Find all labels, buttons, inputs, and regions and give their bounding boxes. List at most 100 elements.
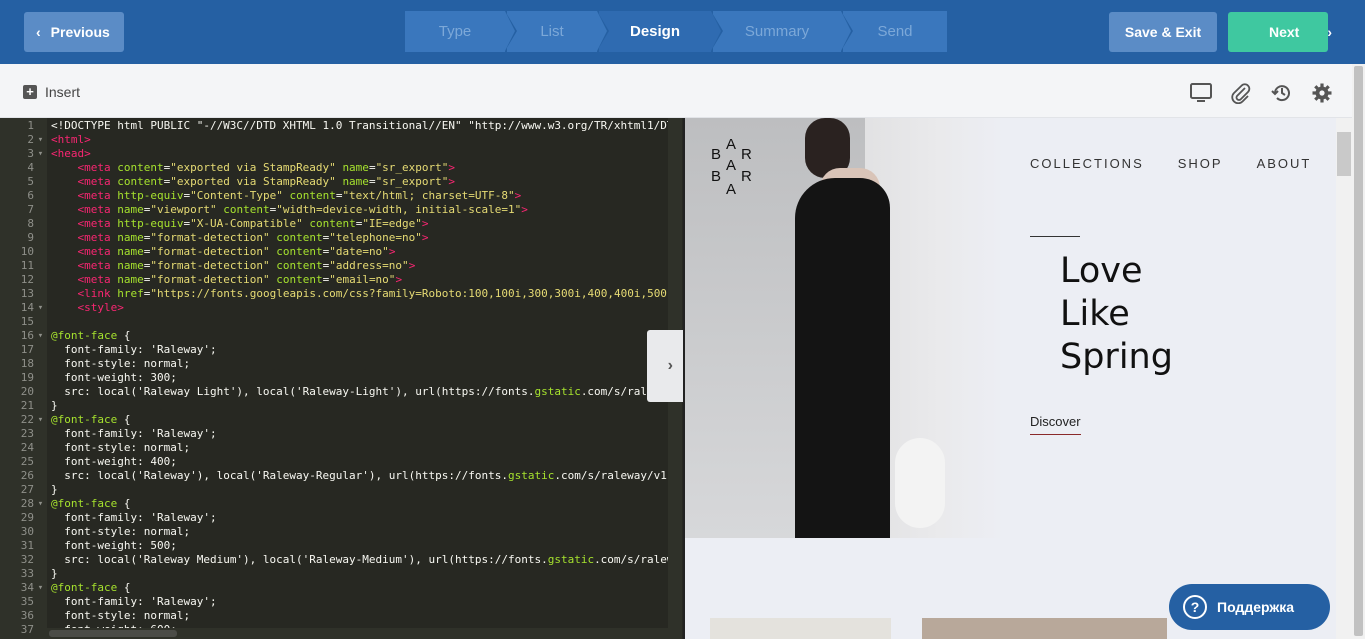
code-line[interactable]: 7 <meta name="viewport" content="width=d… xyxy=(0,203,668,217)
code-line[interactable]: 23 font-family: 'Raleway'; xyxy=(0,427,668,441)
code-line[interactable]: 24 font-style: normal; xyxy=(0,441,668,455)
insert-button[interactable]: + Insert xyxy=(23,84,80,100)
fold-arrow-icon[interactable]: ▾ xyxy=(34,497,47,511)
editor-hscroll-thumb[interactable] xyxy=(49,630,177,637)
code-line[interactable]: 4 <meta content="exported via StampReady… xyxy=(0,161,668,175)
line-number: 4 xyxy=(27,161,34,174)
code-line[interactable]: 36 font-style: normal; xyxy=(0,609,668,623)
history-icon[interactable] xyxy=(1271,82,1293,104)
code-content[interactable]: 1 <!DOCTYPE html PUBLIC "-//W3C//DTD XHTM… xyxy=(0,118,668,637)
fold-arrow-icon[interactable]: ▾ xyxy=(34,329,47,343)
fold-arrow-icon[interactable]: ▾ xyxy=(34,133,47,147)
code-text: <meta name="format-detection" content="e… xyxy=(77,273,403,286)
code-line[interactable]: 9 <meta name="format-detection" content=… xyxy=(0,231,668,245)
fold-arrow-icon[interactable]: ▾ xyxy=(34,581,47,595)
save-exit-button[interactable]: Save & Exit xyxy=(1109,12,1217,52)
code-text: src: local('Raleway Light'), local('Rale… xyxy=(64,385,668,398)
fold-arrow-icon[interactable]: ▾ xyxy=(34,413,47,427)
code-text: font-family: 'Raleway'; xyxy=(64,511,217,524)
page-scrollbar[interactable] xyxy=(1352,64,1365,639)
code-line[interactable]: 6 <meta http-equiv="Content-Type" conten… xyxy=(0,189,668,203)
nav-collections[interactable]: COLLECTIONS xyxy=(1030,156,1144,171)
preview-scrollbar[interactable] xyxy=(1336,118,1352,639)
code-line[interactable]: 16 ▾ @font-face { xyxy=(0,329,668,343)
discover-link[interactable]: Discover xyxy=(1030,414,1081,435)
line-number: 7 xyxy=(27,203,34,216)
code-line[interactable]: 13 <link href="https://fonts.googleapis.… xyxy=(0,287,668,301)
nav-shop[interactable]: SHOP xyxy=(1178,156,1223,171)
line-number: 25 xyxy=(20,455,34,468)
code-line[interactable]: 15 xyxy=(0,315,668,329)
code-line[interactable]: 34 ▾ @font-face { xyxy=(0,581,668,595)
code-line[interactable]: 20 src: local('Raleway Light'), local('R… xyxy=(0,385,668,399)
line-number: 35 xyxy=(20,595,34,608)
step-type[interactable]: Type xyxy=(405,11,517,52)
code-line[interactable]: 12 <meta name="format-detection" content… xyxy=(0,273,668,287)
code-line[interactable]: 27} xyxy=(0,483,668,497)
chevron-left-icon: ‹ xyxy=(36,24,41,40)
step-list[interactable]: List xyxy=(507,11,609,52)
code-line[interactable]: 35 font-family: 'Raleway'; xyxy=(0,595,668,609)
attachment-icon[interactable] xyxy=(1230,82,1252,104)
email-preview: B A R B A R A COLLECTIONS SHOP ABOUT Lov… xyxy=(685,118,1336,639)
line-number: 27 xyxy=(20,483,34,496)
support-label: Поддержка xyxy=(1217,599,1295,615)
fold-arrow-icon[interactable]: ▾ xyxy=(34,147,47,161)
desktop-preview-icon[interactable] xyxy=(1190,82,1212,104)
code-text: font-style: normal; xyxy=(64,357,191,370)
fold-arrow-icon[interactable]: ▾ xyxy=(34,301,47,315)
support-button[interactable]: ? Поддержка xyxy=(1169,584,1330,630)
step-summary-label: Summary xyxy=(744,23,810,40)
line-number: 32 xyxy=(20,553,34,566)
code-text: font-weight: 300; xyxy=(64,371,177,384)
code-line[interactable]: 1 <!DOCTYPE html PUBLIC "-//W3C//DTD XHTM… xyxy=(0,119,668,133)
step-type-label: Type xyxy=(438,23,472,40)
code-line[interactable]: 2 ▾ <html> xyxy=(0,133,668,147)
code-line[interactable]: 30 font-style: normal; xyxy=(0,525,668,539)
code-line[interactable]: 32 src: local('Raleway Medium'), local('… xyxy=(0,553,668,567)
next-button[interactable]: Next › xyxy=(1228,12,1332,52)
product-thumbnail xyxy=(710,618,891,639)
logo-letter: B xyxy=(711,146,723,163)
code-line[interactable]: 17 font-family: 'Raleway'; xyxy=(0,343,668,357)
code-line[interactable]: 10 <meta name="format-detection" content… xyxy=(0,245,668,259)
previous-button[interactable]: ‹ Previous xyxy=(24,12,124,52)
line-number: 21 xyxy=(20,399,34,412)
step-summary[interactable]: Summary xyxy=(713,11,853,52)
step-design[interactable]: Design xyxy=(599,11,723,52)
code-line[interactable]: 26 src: local('Raleway'), local('Raleway… xyxy=(0,469,668,483)
code-line[interactable]: 5 <meta content="exported via StampReady… xyxy=(0,175,668,189)
settings-gear-icon[interactable] xyxy=(1311,82,1333,104)
code-line[interactable]: 3 ▾ <head> xyxy=(0,147,668,161)
code-text: @font-face { xyxy=(51,497,131,510)
code-line[interactable]: 11 <meta name="format-detection" content… xyxy=(0,259,668,273)
collapse-editor-handle[interactable]: › xyxy=(647,330,683,402)
page-scrollbar-thumb[interactable] xyxy=(1354,66,1363,636)
code-line[interactable]: 19 font-weight: 300; xyxy=(0,371,668,385)
code-line[interactable]: 21} xyxy=(0,399,668,413)
code-line[interactable]: 25 font-weight: 400; xyxy=(0,455,668,469)
line-number: 10 xyxy=(20,245,34,258)
step-send[interactable]: Send xyxy=(843,11,947,52)
code-line[interactable]: 29 font-family: 'Raleway'; xyxy=(0,511,668,525)
code-editor[interactable]: 1 <!DOCTYPE html PUBLIC "-//W3C//DTD XHTM… xyxy=(0,118,683,639)
nav-about[interactable]: ABOUT xyxy=(1257,156,1312,171)
editor-horizontal-scrollbar[interactable] xyxy=(47,628,668,639)
code-line[interactable]: 31 font-weight: 500; xyxy=(0,539,668,553)
code-line[interactable]: 18 font-style: normal; xyxy=(0,357,668,371)
code-line[interactable]: 14 ▾ <style> xyxy=(0,301,668,315)
code-line[interactable]: 28 ▾ @font-face { xyxy=(0,497,668,511)
code-line[interactable]: 22 ▾ @font-face { xyxy=(0,413,668,427)
code-line[interactable]: 8 <meta http-equiv="X-UA-Compatible" con… xyxy=(0,217,668,231)
code-line[interactable]: 33} xyxy=(0,567,668,581)
preview-scrollbar-thumb[interactable] xyxy=(1337,132,1351,176)
